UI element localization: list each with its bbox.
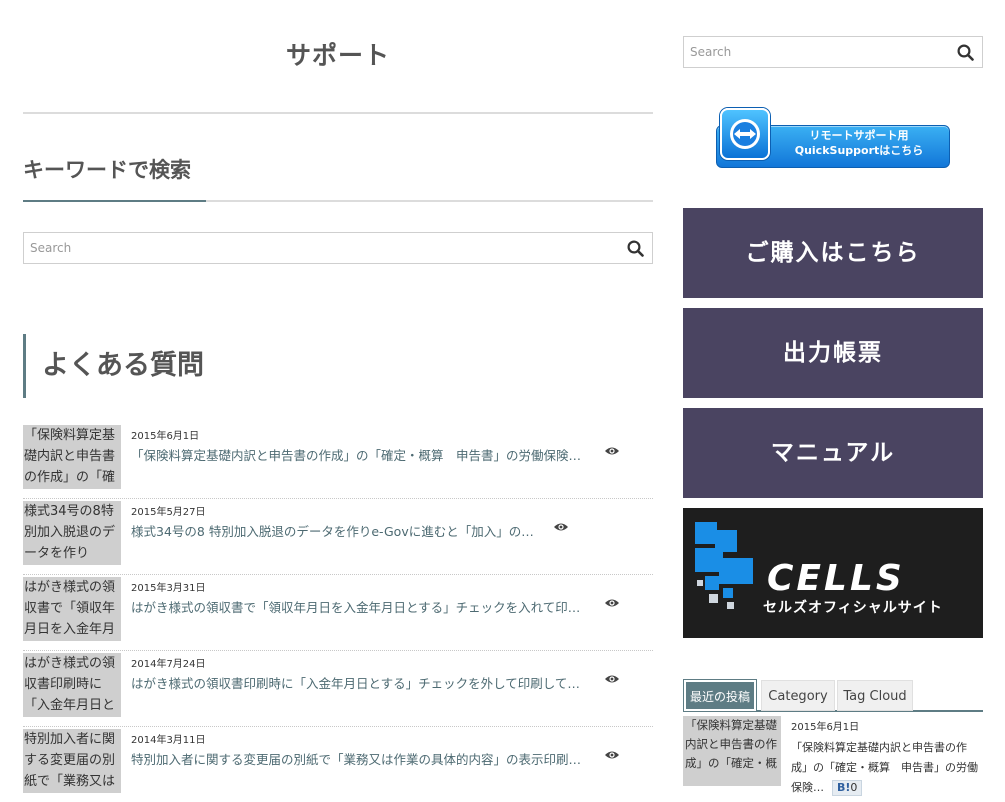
list-item: 様式34号の8特別加入脱退のデータを作り 2015年5月27日 様式34号の8 … bbox=[23, 499, 653, 575]
recent-post-item: 「保険料算定基礎内訳と申告書の作成」の「確定・概 2015年6月1日 「保険料算… bbox=[683, 714, 983, 802]
list-item: はがき様式の領収書で「領収年月日を入金年月日 2015年3月31日 はがき様式の… bbox=[23, 575, 653, 651]
post-date: 2015年6月1日 bbox=[131, 431, 200, 442]
post-title-link[interactable]: 「保険料算定基礎内訳と申告書の作成」の「確定・概算 申告書」の労働保険… bbox=[791, 741, 978, 794]
post-title-link[interactable]: 様式34号の8 特別加入脱退のデータを作りe-Govに進むと「加入」の… bbox=[131, 521, 534, 540]
output-forms-button[interactable]: 出力帳票 bbox=[683, 308, 983, 398]
post-title-link[interactable]: 「保険料算定基礎内訳と申告書の作成」の「確定・概算 申告書」の労働保険… bbox=[131, 445, 581, 464]
hatena-count: 0 bbox=[850, 781, 858, 794]
post-date: 2014年3月11日 bbox=[131, 735, 206, 746]
main-search-box bbox=[23, 232, 653, 264]
sidebar-search-box bbox=[683, 36, 983, 68]
hatena-icon: B! bbox=[837, 781, 851, 794]
heading-underline-accent bbox=[23, 200, 206, 202]
eye-icon bbox=[605, 675, 619, 683]
manual-button[interactable]: マニュアル bbox=[683, 408, 983, 498]
cells-banner[interactable]: CELLS セルズオフィシャルサイト bbox=[683, 508, 983, 638]
quicksupport-banner[interactable]: リモートサポート用 QuickSupportはこちら bbox=[716, 108, 950, 168]
cells-subtitle: セルズオフィシャルサイト bbox=[763, 600, 943, 616]
eye-icon bbox=[605, 751, 619, 759]
post-title-link[interactable]: はがき様式の領収書印刷時に「入金年月日とする」チェックを外して印刷して… bbox=[131, 673, 580, 692]
page-title: サポート bbox=[285, 41, 390, 70]
cells-wordmark: CELLS bbox=[767, 558, 905, 599]
quicksupport-label: リモートサポート用 QuickSupportはこちら bbox=[774, 128, 944, 158]
post-title-link[interactable]: はがき様式の領収書で「領収年月日を入金年月日とする」チェックを入れて印… bbox=[131, 597, 580, 616]
purchase-button[interactable]: ご購入はこちら bbox=[683, 208, 983, 298]
faq-heading: よくある質問 bbox=[23, 334, 204, 398]
faq-post-list: 「保険料算定基礎内訳と申告書の作成」の「確定・ 2015年6月1日 「保険料算定… bbox=[23, 423, 653, 802]
sidebar-search-input[interactable] bbox=[684, 37, 948, 67]
sidebar-tabs: 最近の投稿 Category Tag Cloud bbox=[683, 678, 983, 712]
list-item: 「保険料算定基礎内訳と申告書の作成」の「確定・ 2015年6月1日 「保険料算定… bbox=[23, 423, 653, 499]
search-icon[interactable] bbox=[948, 37, 982, 67]
post-title-link[interactable]: 特別加入者に関する変更届の別紙で「業務又は作業の具体的内容」の表示印刷… bbox=[131, 749, 581, 768]
tab-category[interactable]: Category bbox=[761, 680, 835, 711]
tab-tag-cloud[interactable]: Tag Cloud bbox=[837, 680, 913, 711]
hatena-bookmark-button[interactable]: B!0 bbox=[832, 780, 863, 796]
eye-icon bbox=[605, 599, 619, 607]
list-item: はがき様式の領収書印刷時に「入金年月日と 2014年7月24日 はがき様式の領収… bbox=[23, 651, 653, 727]
quicksupport-line1: リモートサポート用 bbox=[809, 129, 909, 142]
post-date: 2014年7月24日 bbox=[131, 659, 206, 670]
search-icon[interactable] bbox=[618, 233, 652, 263]
recent-post-title: 「保険料算定基礎内訳と申告書の作成」の「確定・概算 申告書」の労働保険… B!0 bbox=[791, 738, 981, 798]
cells-logo-icon bbox=[695, 522, 753, 609]
post-thumbnail[interactable]: 「保険料算定基礎内訳と申告書の作成」の「確定・概 bbox=[683, 716, 781, 786]
post-date: 2015年5月27日 bbox=[131, 507, 206, 518]
post-thumbnail[interactable]: はがき様式の領収書印刷時に「入金年月日と bbox=[23, 653, 121, 717]
eye-icon bbox=[554, 523, 568, 531]
divider bbox=[23, 112, 653, 114]
post-thumbnail[interactable]: 特別加入者に関する変更届の別紙で「業務又は bbox=[23, 729, 121, 793]
teamviewer-icon bbox=[720, 108, 770, 160]
list-item: 特別加入者に関する変更届の別紙で「業務又は 2014年3月11日 特別加入者に関… bbox=[23, 727, 653, 802]
keyword-search-heading: キーワードで検索 bbox=[23, 158, 191, 182]
quicksupport-line2: QuickSupportはこちら bbox=[794, 144, 924, 157]
main-search-input[interactable] bbox=[24, 233, 618, 263]
post-thumbnail[interactable]: はがき様式の領収書で「領収年月日を入金年月日 bbox=[23, 577, 121, 641]
post-thumbnail[interactable]: 様式34号の8特別加入脱退のデータを作り bbox=[23, 501, 121, 565]
tab-recent-posts[interactable]: 最近の投稿 bbox=[683, 679, 757, 712]
post-date: 2015年6月1日 bbox=[791, 722, 860, 733]
post-thumbnail[interactable]: 「保険料算定基礎内訳と申告書の作成」の「確定・ bbox=[23, 425, 121, 489]
eye-icon bbox=[605, 447, 619, 455]
post-date: 2015年3月31日 bbox=[131, 583, 206, 594]
